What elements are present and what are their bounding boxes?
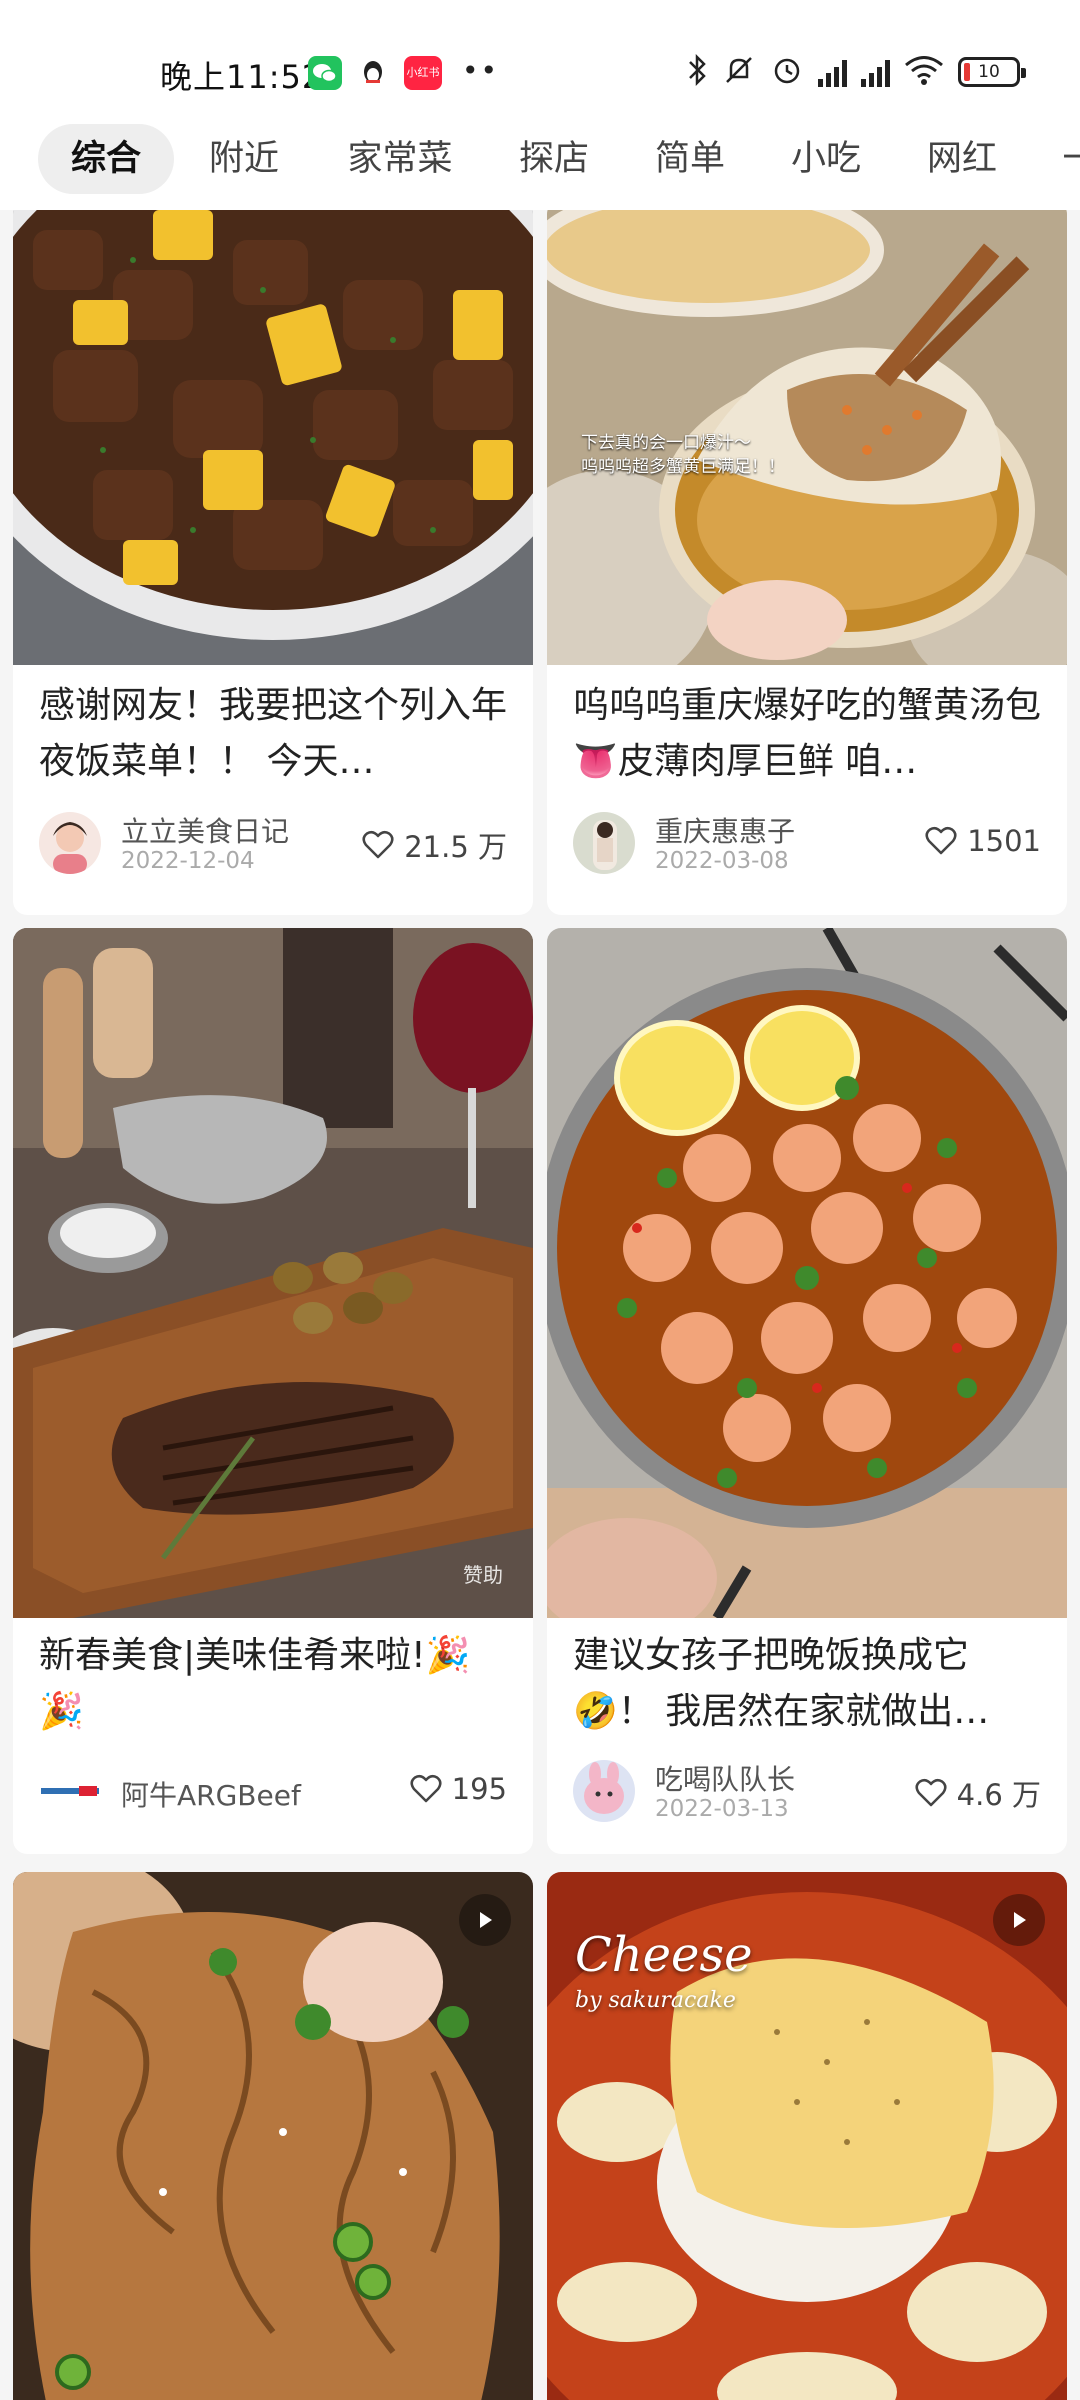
qq-notification-icon bbox=[356, 56, 390, 90]
note-card[interactable]: Cheese by sakuracake bbox=[547, 1872, 1067, 2400]
author-avatar[interactable] bbox=[573, 812, 635, 874]
author-row: 立立美食日记 2022-12-04 21.5 万 bbox=[39, 808, 507, 878]
note-image-cheese-rice[interactable]: Cheese by sakuracake bbox=[547, 1872, 1067, 2400]
author-row: 重庆惠惠子 2022-03-08 1501 bbox=[573, 808, 1041, 878]
note-card[interactable]: 感谢网友！我要把这个列入年夜饭菜单！！ 今天… 立立美食日记 2022-12-0… bbox=[13, 210, 533, 915]
image-overlay-text: Cheese by sakuracake bbox=[575, 1927, 753, 2013]
tab-jiandan[interactable]: 简单 bbox=[642, 124, 738, 194]
note-card[interactable]: 赞助 新春美食|美味佳肴来啦!🎉🎉 阿牛ARGBeef 195 bbox=[13, 928, 533, 1854]
heart-icon bbox=[925, 826, 957, 855]
heart-icon bbox=[915, 1778, 947, 1807]
signal-icon-1 bbox=[818, 57, 847, 87]
status-time: 晚上11:52 bbox=[160, 58, 324, 96]
note-title[interactable]: 感谢网友！我要把这个列入年夜饭菜单！！ 今天… bbox=[39, 678, 507, 790]
note-image-steak[interactable]: 赞助 bbox=[13, 928, 533, 1618]
more-notifications-icon: •• bbox=[462, 54, 500, 87]
tab-more[interactable]: 一 bbox=[1050, 124, 1080, 194]
like-button[interactable]: 195 bbox=[410, 1772, 507, 1806]
wifi-icon bbox=[904, 54, 944, 90]
sponsor-watermark: 赞助 bbox=[463, 1563, 503, 1587]
note-image-spicy-beef[interactable] bbox=[13, 1872, 533, 2400]
tab-zonghe[interactable]: 综合 bbox=[38, 124, 174, 194]
like-button[interactable]: 4.6 万 bbox=[915, 1772, 1041, 1814]
battery-icon: 10 bbox=[958, 57, 1026, 87]
author-name[interactable]: 吃喝队队长 bbox=[655, 1758, 795, 1798]
post-date: 2022-03-08 bbox=[655, 848, 789, 874]
note-title[interactable]: 新春美食|美味佳肴来啦!🎉🎉 bbox=[39, 1628, 507, 1740]
note-card[interactable]: 建议女孩子把晚饭换成它🤣！ 我居然在家就做出… 吃喝队队长 2022-03-13… bbox=[547, 928, 1067, 1854]
video-play-icon bbox=[993, 1894, 1045, 1946]
note-image-pineapple-beef[interactable] bbox=[13, 210, 533, 665]
note-card[interactable] bbox=[13, 1872, 533, 2400]
xhs-notification-icon: 小红书 bbox=[404, 56, 442, 90]
note-feed: 感谢网友！我要把这个列入年夜饭菜单！！ 今天… 立立美食日记 2022-12-0… bbox=[0, 210, 1080, 2400]
author-name[interactable]: 立立美食日记 bbox=[121, 810, 289, 850]
note-title[interactable]: 建议女孩子把晚饭换成它🤣！ 我居然在家就做出… bbox=[573, 1628, 1041, 1740]
note-title[interactable]: 呜呜呜重庆爆好吃的蟹黄汤包👅皮薄肉厚巨鲜 咱… bbox=[573, 678, 1041, 790]
tab-fujin[interactable]: 附近 bbox=[196, 124, 292, 194]
wechat-notification-icon bbox=[308, 56, 342, 90]
image-caption-line1: 下去真的会一口爆汁～ bbox=[581, 433, 751, 453]
like-count: 4.6 万 bbox=[956, 1778, 1041, 1812]
like-count: 195 bbox=[451, 1772, 507, 1806]
like-count: 1501 bbox=[967, 824, 1041, 858]
like-count: 21.5 万 bbox=[404, 830, 507, 864]
category-tabs: 综合 附近 家常菜 探店 简单 小吃 网红 一 bbox=[0, 110, 1080, 210]
author-avatar[interactable] bbox=[39, 1760, 101, 1822]
system-status-icons: 10 bbox=[686, 52, 1026, 92]
bluetooth-icon bbox=[686, 53, 708, 91]
heart-icon bbox=[410, 1774, 442, 1803]
note-image-soup-dumpling[interactable]: 下去真的会一口爆汁～ 呜呜呜超多蟹黄巨满足！！ bbox=[547, 210, 1067, 665]
signal-icon-2 bbox=[861, 57, 890, 87]
post-date: 2022-03-13 bbox=[655, 1796, 789, 1822]
heart-icon bbox=[362, 830, 394, 859]
note-card[interactable]: 下去真的会一口爆汁～ 呜呜呜超多蟹黄巨满足！！ 呜呜呜重庆爆好吃的蟹黄汤包👅皮薄… bbox=[547, 210, 1067, 915]
video-play-icon bbox=[459, 1894, 511, 1946]
post-date: 2022-12-04 bbox=[121, 848, 255, 874]
image-caption-line2: 呜呜呜超多蟹黄巨满足！！ bbox=[581, 457, 785, 477]
author-avatar[interactable] bbox=[573, 1760, 635, 1822]
mute-icon bbox=[722, 53, 756, 91]
alarm-icon bbox=[770, 53, 804, 91]
like-button[interactable]: 21.5 万 bbox=[362, 824, 507, 866]
tab-wanghong[interactable]: 网红 bbox=[914, 124, 1010, 194]
author-row: 吃喝队队长 2022-03-13 4.6 万 bbox=[573, 1756, 1041, 1826]
tab-tandian[interactable]: 探店 bbox=[506, 124, 602, 194]
author-name[interactable]: 重庆惠惠子 bbox=[655, 810, 795, 850]
note-image-lemon-shrimp[interactable] bbox=[547, 928, 1067, 1618]
author-avatar[interactable] bbox=[39, 812, 101, 874]
author-row: 阿牛ARGBeef 195 bbox=[39, 1756, 507, 1826]
author-name[interactable]: 阿牛ARGBeef bbox=[121, 1774, 301, 1814]
tab-jiachangcai[interactable]: 家常菜 bbox=[330, 124, 470, 194]
tab-xiaochi[interactable]: 小吃 bbox=[778, 124, 874, 194]
like-button[interactable]: 1501 bbox=[925, 824, 1041, 858]
